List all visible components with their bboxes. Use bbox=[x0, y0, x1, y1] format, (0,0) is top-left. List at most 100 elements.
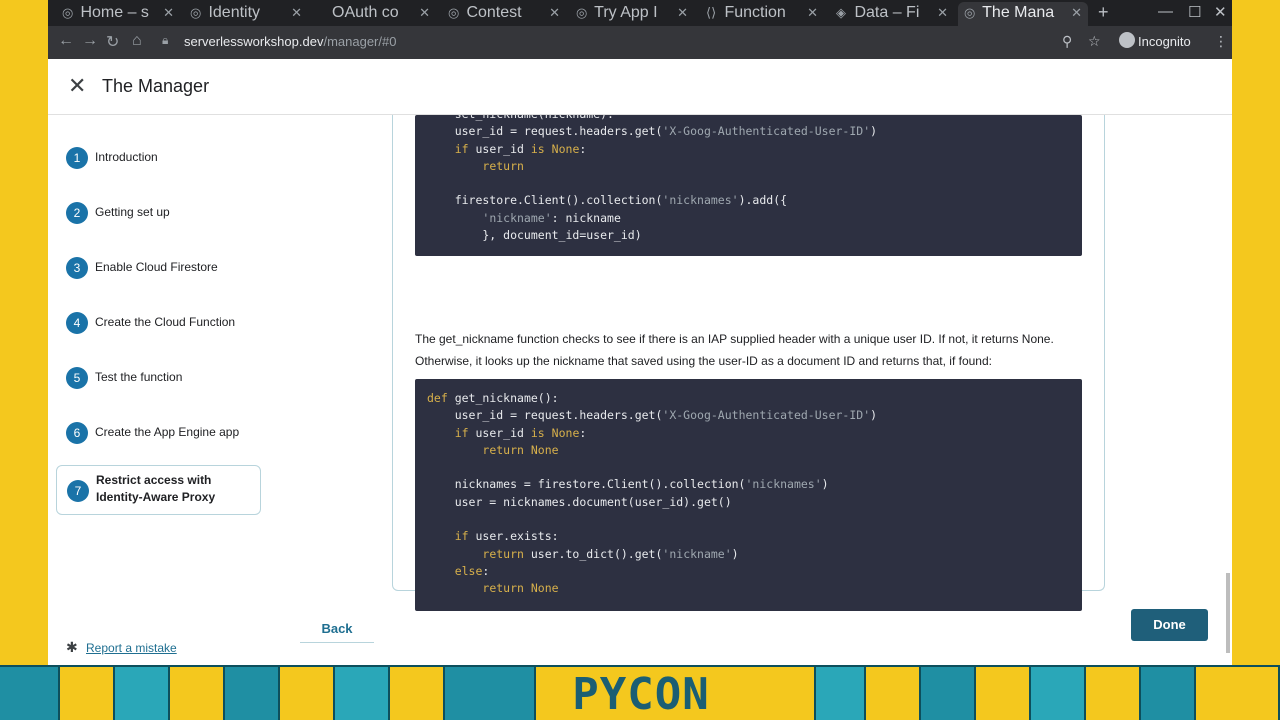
tab-label: Home – s bbox=[80, 4, 149, 21]
pycon-banner: PYCON 2020 bbox=[0, 665, 1280, 720]
minimize-icon[interactable]: — bbox=[1158, 3, 1173, 20]
close-icon[interactable]: ✕ bbox=[937, 2, 948, 24]
reload-icon[interactable]: ↻ bbox=[106, 32, 119, 52]
code-line: def get_nickname(): bbox=[427, 391, 559, 405]
home-icon[interactable]: ⌂ bbox=[132, 32, 142, 50]
code-line: user_id = request.headers.get('X-Goog-Au… bbox=[427, 124, 878, 139]
banner-tile bbox=[921, 667, 976, 720]
close-icon[interactable]: ✕ bbox=[807, 2, 818, 24]
code-line: nicknames = firestore.Client().collectio… bbox=[427, 477, 829, 492]
step-label: Getting set up bbox=[95, 205, 170, 219]
step-number: 5 bbox=[66, 367, 88, 389]
banner-tile bbox=[1086, 667, 1141, 720]
banner-tile bbox=[1196, 667, 1280, 720]
globe-icon: ◎ bbox=[448, 5, 460, 20]
banner-tile bbox=[0, 667, 60, 720]
tab-label: Data – Fi bbox=[854, 4, 920, 21]
tab-function[interactable]: ⟨⟩ Function ✕ bbox=[700, 2, 824, 26]
tab-home[interactable]: ◎ Home – s ✕ bbox=[56, 2, 180, 26]
page-title: The Manager bbox=[102, 76, 210, 96]
pycon-logo-text: PYCON 2020 bbox=[536, 667, 746, 720]
incognito-icon bbox=[1119, 32, 1135, 48]
banner-tile bbox=[280, 667, 335, 720]
code-line: user_id = request.headers.get('X-Goog-Au… bbox=[427, 408, 878, 423]
tab-label: Try App I bbox=[594, 4, 658, 21]
forward-arrow-icon[interactable]: → bbox=[82, 32, 98, 50]
code-line: user = nicknames.document(user_id).get() bbox=[427, 494, 732, 509]
new-tab-icon[interactable]: + bbox=[1098, 2, 1109, 23]
code-line: return bbox=[482, 158, 524, 173]
tab-contest[interactable]: ◎ Contest ✕ bbox=[442, 2, 566, 26]
step-create-cloud-function[interactable]: 4 Create the Cloud Function bbox=[56, 300, 261, 346]
code-line: if user_id is None: bbox=[454, 141, 587, 156]
scrollbar[interactable] bbox=[1224, 115, 1232, 665]
globe-icon: ◎ bbox=[576, 5, 588, 20]
content-panel: set_nickname(nickname): user_id = reques… bbox=[392, 115, 1105, 611]
banner-tile bbox=[115, 667, 170, 720]
close-icon[interactable]: ✕ bbox=[163, 2, 174, 24]
step-enable-cloud-firestore[interactable]: 3 Enable Cloud Firestore bbox=[56, 245, 261, 291]
window-close-icon[interactable]: ✕ bbox=[1214, 3, 1227, 21]
step-label: Introduction bbox=[95, 150, 158, 164]
step-number: 2 bbox=[66, 202, 88, 224]
banner-tile bbox=[445, 667, 536, 720]
tab-try-app[interactable]: ◎ Try App I ✕ bbox=[570, 2, 694, 26]
paragraph-line: The get_nickname function checks to see … bbox=[415, 332, 1054, 346]
step-number: 3 bbox=[66, 257, 88, 279]
code-line: if user_id is None: bbox=[454, 425, 587, 440]
page-header: ✕ The Manager bbox=[48, 59, 1232, 115]
code-block-set-nickname: set_nickname(nickname): user_id = reques… bbox=[415, 115, 1082, 256]
menu-kebab-icon[interactable]: ⋮ bbox=[1214, 33, 1228, 50]
step-test-function[interactable]: 5 Test the function bbox=[56, 355, 261, 401]
code-line: return user.to_dict().get('nickname') bbox=[482, 546, 739, 561]
report-mistake-link[interactable]: Report a mistake bbox=[86, 641, 177, 655]
step-number: 4 bbox=[66, 312, 88, 334]
close-icon[interactable]: ✕ bbox=[419, 2, 430, 24]
code-line: return None bbox=[482, 442, 559, 457]
code-block-get-nickname: def get_nickname(): user_id = request.he… bbox=[415, 379, 1082, 611]
banner-tile bbox=[866, 667, 921, 720]
globe-icon: ◎ bbox=[62, 5, 74, 20]
star-icon[interactable]: ☆ bbox=[1088, 33, 1101, 50]
step-restrict-access-iap[interactable]: 7 Restrict access with Identity-Aware Pr… bbox=[56, 465, 261, 515]
close-icon[interactable]: ✕ bbox=[291, 2, 302, 24]
tab-oauth[interactable]: OAuth co ✕ bbox=[312, 2, 436, 26]
frame-right bbox=[1232, 0, 1280, 665]
close-icon[interactable]: ✕ bbox=[68, 73, 86, 99]
search-icon[interactable]: ⚲ bbox=[1062, 33, 1072, 50]
globe-icon: ◎ bbox=[964, 5, 976, 20]
done-button[interactable]: Done bbox=[1131, 609, 1208, 641]
browser-chrome: ◎ Home – s ✕ ◎ Identity ✕ OAuth co ✕ ◎ Cont… bbox=[48, 0, 1232, 59]
maximize-icon[interactable]: ☐ bbox=[1188, 3, 1201, 21]
code-line: }, document_id=user_id) bbox=[427, 228, 642, 243]
step-label: Restrict access with Identity-Aware Prox… bbox=[96, 472, 215, 506]
step-number: 1 bbox=[66, 147, 88, 169]
code-line: set_nickname(nickname): bbox=[427, 115, 1070, 123]
step-introduction[interactable]: 1 Introduction bbox=[56, 135, 261, 181]
step-label: Create the App Engine app bbox=[95, 425, 240, 439]
step-getting-set-up[interactable]: 2 Getting set up bbox=[56, 190, 261, 236]
back-button[interactable]: Back bbox=[300, 615, 374, 643]
close-icon[interactable]: ✕ bbox=[1071, 2, 1082, 24]
tab-label: Identity bbox=[208, 4, 261, 21]
close-icon[interactable]: ✕ bbox=[677, 2, 688, 24]
step-label: Enable Cloud Firestore bbox=[95, 260, 218, 274]
tab-the-manager[interactable]: ◎ The Mana ✕ bbox=[958, 2, 1088, 26]
banner-tile bbox=[60, 667, 115, 720]
close-icon[interactable]: ✕ bbox=[549, 2, 560, 24]
incognito-label: Incognito bbox=[1138, 34, 1191, 49]
back-arrow-icon[interactable]: ← bbox=[58, 32, 74, 50]
tab-identity[interactable]: ◎ Identity ✕ bbox=[184, 2, 308, 26]
banner-tile bbox=[335, 667, 390, 720]
tab-label: The Mana bbox=[982, 4, 1055, 21]
step-label-line: Identity-Aware Proxy bbox=[96, 490, 216, 504]
code-line: else: bbox=[454, 563, 490, 578]
tab-label: OAuth co bbox=[332, 4, 399, 21]
step-number: 7 bbox=[67, 480, 89, 502]
address-bar[interactable]: serverlessworkshop.dev/manager/#0 bbox=[184, 34, 396, 49]
scroll-thumb[interactable] bbox=[1226, 573, 1230, 653]
tab-data[interactable]: ◈ Data – Fi ✕ bbox=[830, 2, 954, 26]
step-create-app-engine-app[interactable]: 6 Create the App Engine app bbox=[56, 410, 261, 456]
code-line: if user.exists: bbox=[454, 529, 559, 544]
